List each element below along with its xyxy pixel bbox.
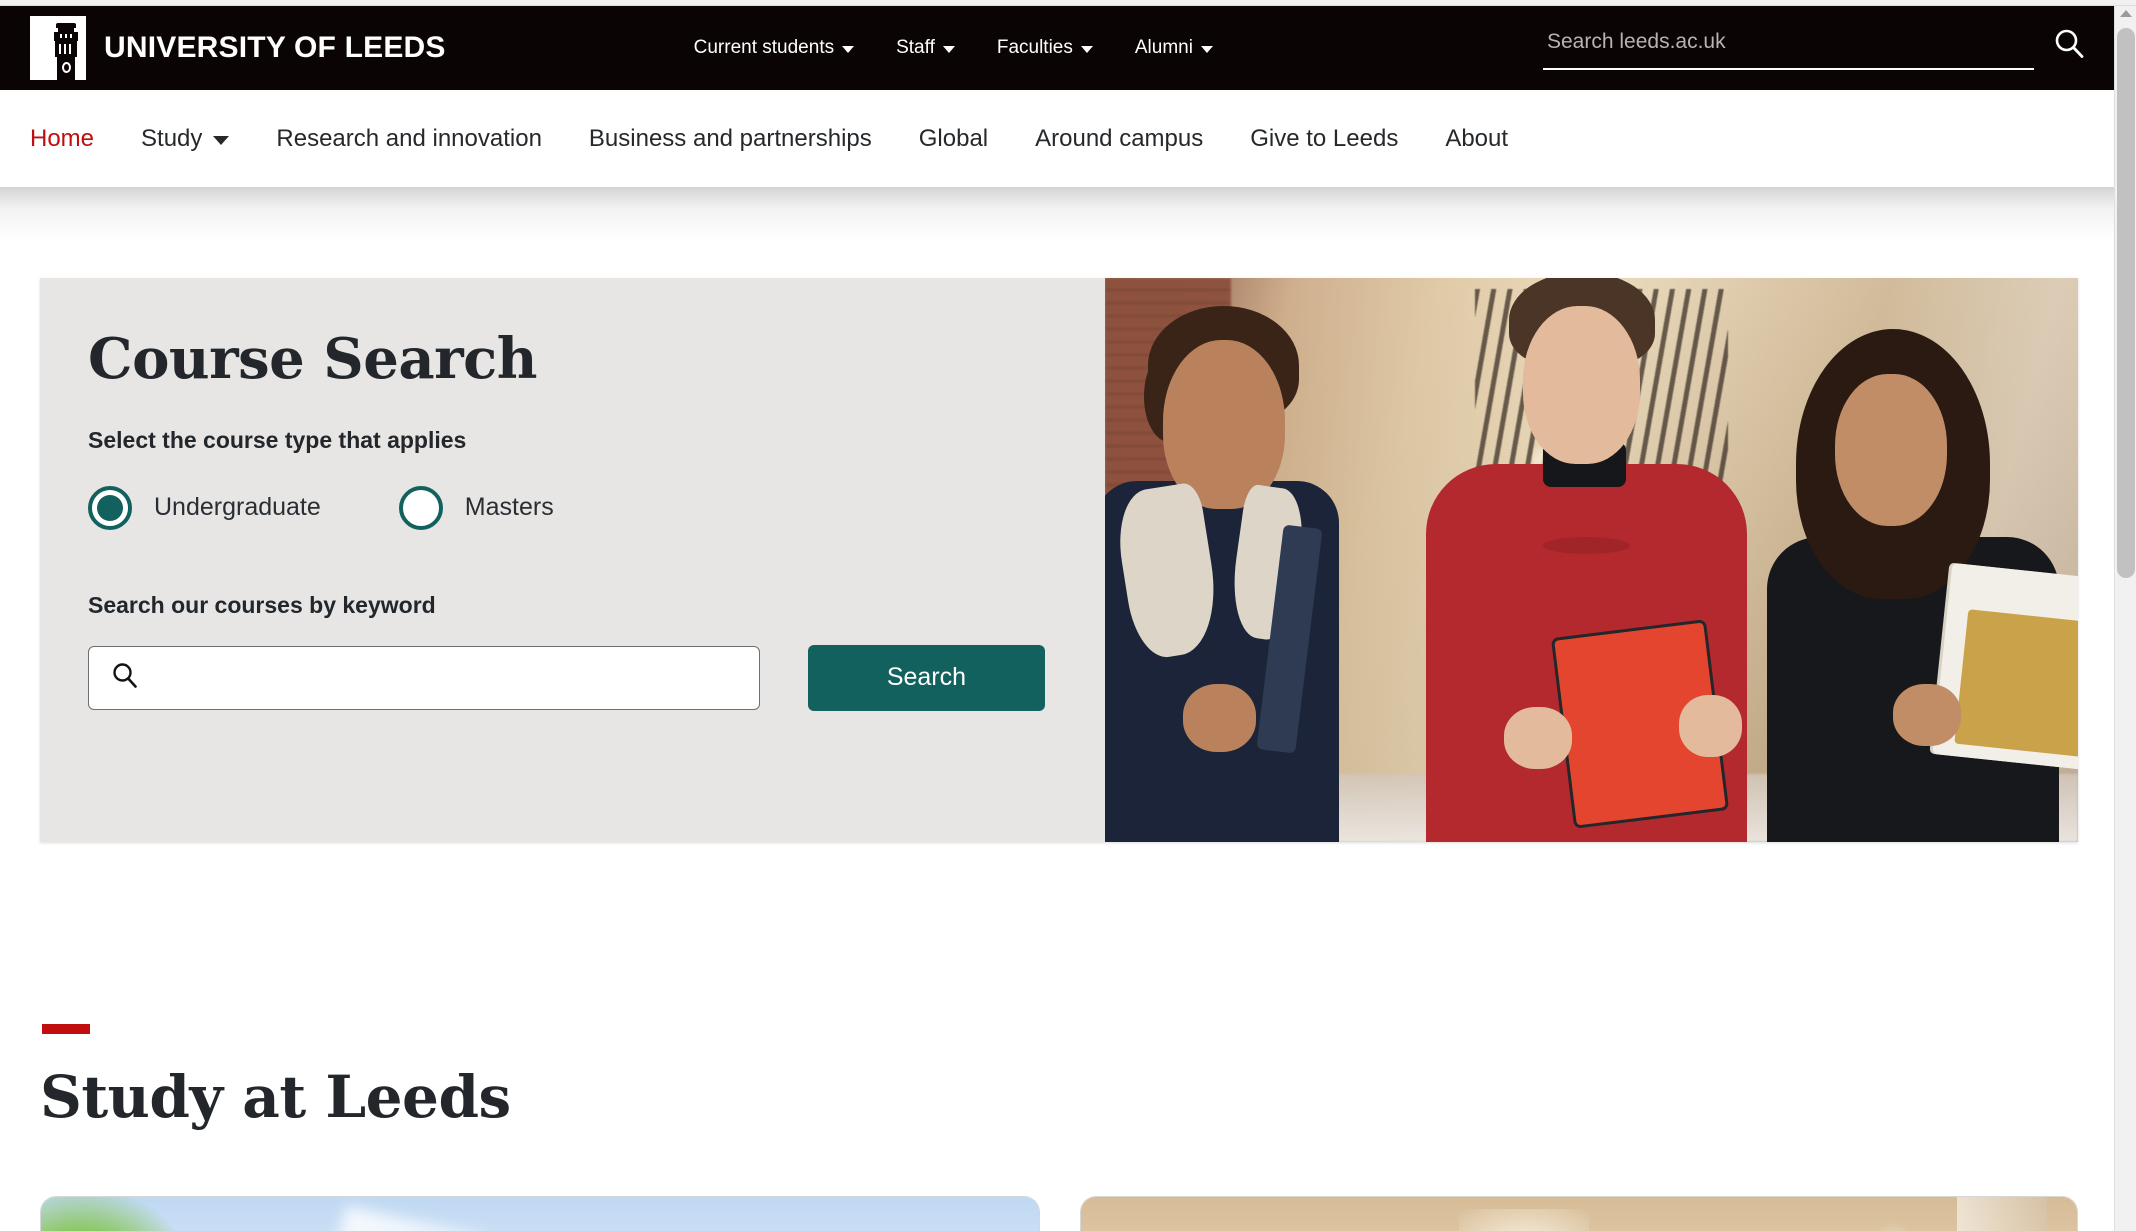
nav-item-research-and-innovation[interactable]: Research and innovation: [276, 125, 542, 153]
chevron-down-icon: [1200, 46, 1213, 53]
chevron-down-icon: [1080, 46, 1093, 53]
utility-nav: Current students Staff Faculties Alumni: [694, 37, 1213, 59]
utility-nav-item-alumni[interactable]: Alumni: [1135, 37, 1213, 59]
nav-item-global[interactable]: Global: [919, 125, 988, 153]
site-header: UNIVERSITY OF LEEDS Current students Sta…: [0, 6, 2114, 90]
nav-item-study[interactable]: Study: [141, 124, 230, 153]
primary-nav: Home Study Research and innovation Busin…: [0, 90, 2114, 187]
site-search: [1543, 23, 2088, 73]
keyword-field-wrapper: [88, 645, 760, 710]
utility-nav-label: Current students: [693, 37, 835, 58]
study-card-interior[interactable]: [1080, 1196, 2078, 1231]
radio-option-masters[interactable]: Masters: [398, 485, 554, 530]
section-title-study-at-leeds: Study at Leeds: [40, 1063, 511, 1131]
course-search-hero-image: [1105, 278, 2078, 842]
course-search-submit-button[interactable]: Search: [807, 644, 1045, 711]
nav-item-label: Home: [30, 124, 95, 152]
site-search-button[interactable]: [2034, 27, 2088, 61]
site-search-input[interactable]: [1543, 26, 2034, 70]
utility-nav-label: Faculties: [996, 37, 1073, 58]
nav-item-label: Around campus: [1035, 124, 1204, 152]
section-accent-bar: [42, 1024, 90, 1034]
chevron-down-icon: [213, 136, 230, 145]
nav-dropshadow: [0, 187, 2114, 243]
radio-indicator-masters[interactable]: [398, 485, 443, 530]
course-type-radio-group: Undergraduate Masters: [88, 485, 1045, 530]
chevron-down-icon: [942, 46, 955, 53]
utility-nav-item-current-students[interactable]: Current students: [693, 37, 855, 59]
page-scrollbar[interactable]: [2114, 6, 2136, 1231]
page-viewport: UNIVERSITY OF LEEDS Current students Sta…: [0, 6, 2114, 1231]
brand-name: UNIVERSITY OF LEEDS: [104, 31, 446, 64]
nav-item-label: Study: [141, 124, 203, 152]
keyword-label: Search our courses by keyword: [88, 591, 436, 618]
course-search-panel: Course Search Select the course type tha…: [40, 278, 2078, 842]
nav-item-business-and-partnerships[interactable]: Business and partnerships: [589, 125, 872, 153]
search-icon: [2055, 29, 2084, 58]
radio-label-masters: Masters: [464, 493, 554, 522]
chevron-down-icon: [842, 46, 855, 53]
nav-item-label: Give to Leeds: [1250, 124, 1399, 152]
study-card-sky[interactable]: [40, 1196, 1040, 1231]
study-card-image: [1081, 1197, 2077, 1231]
course-keyword-input[interactable]: [88, 645, 760, 710]
radio-indicator-undergraduate[interactable]: [88, 485, 132, 530]
scroll-up-arrow-icon[interactable]: [2120, 10, 2132, 17]
nav-item-give-to-leeds[interactable]: Give to Leeds: [1250, 125, 1398, 153]
utility-nav-label: Alumni: [1134, 37, 1193, 58]
utility-nav-label: Staff: [896, 37, 935, 58]
utility-nav-item-faculties[interactable]: Faculties: [997, 37, 1093, 59]
course-search-form: Course Search Select the course type tha…: [40, 278, 1105, 842]
utility-nav-item-staff[interactable]: Staff: [896, 37, 955, 59]
nav-item-label: About: [1445, 124, 1509, 152]
nav-item-around-campus[interactable]: Around campus: [1035, 125, 1203, 153]
nav-item-label: Business and partnerships: [588, 124, 872, 152]
site-logo-link[interactable]: UNIVERSITY OF LEEDS: [30, 16, 446, 80]
course-type-label: Select the course type that applies: [88, 426, 467, 453]
page-root: UNIVERSITY OF LEEDS Current students Sta…: [0, 0, 2136, 1231]
scrollbar-thumb[interactable]: [2117, 28, 2135, 578]
parkinson-tower-icon: [30, 16, 86, 80]
keyword-search-row: Search: [88, 644, 1045, 711]
nav-item-home[interactable]: Home: [30, 125, 94, 153]
course-search-title: Course Search: [88, 326, 537, 392]
study-card-image: [41, 1197, 1039, 1231]
nav-item-label: Global: [918, 124, 989, 152]
nav-item-label: Research and innovation: [276, 124, 542, 152]
nav-item-about[interactable]: About: [1445, 125, 1508, 153]
radio-option-undergraduate[interactable]: Undergraduate: [88, 485, 321, 530]
radio-label-undergraduate: Undergraduate: [154, 493, 321, 522]
